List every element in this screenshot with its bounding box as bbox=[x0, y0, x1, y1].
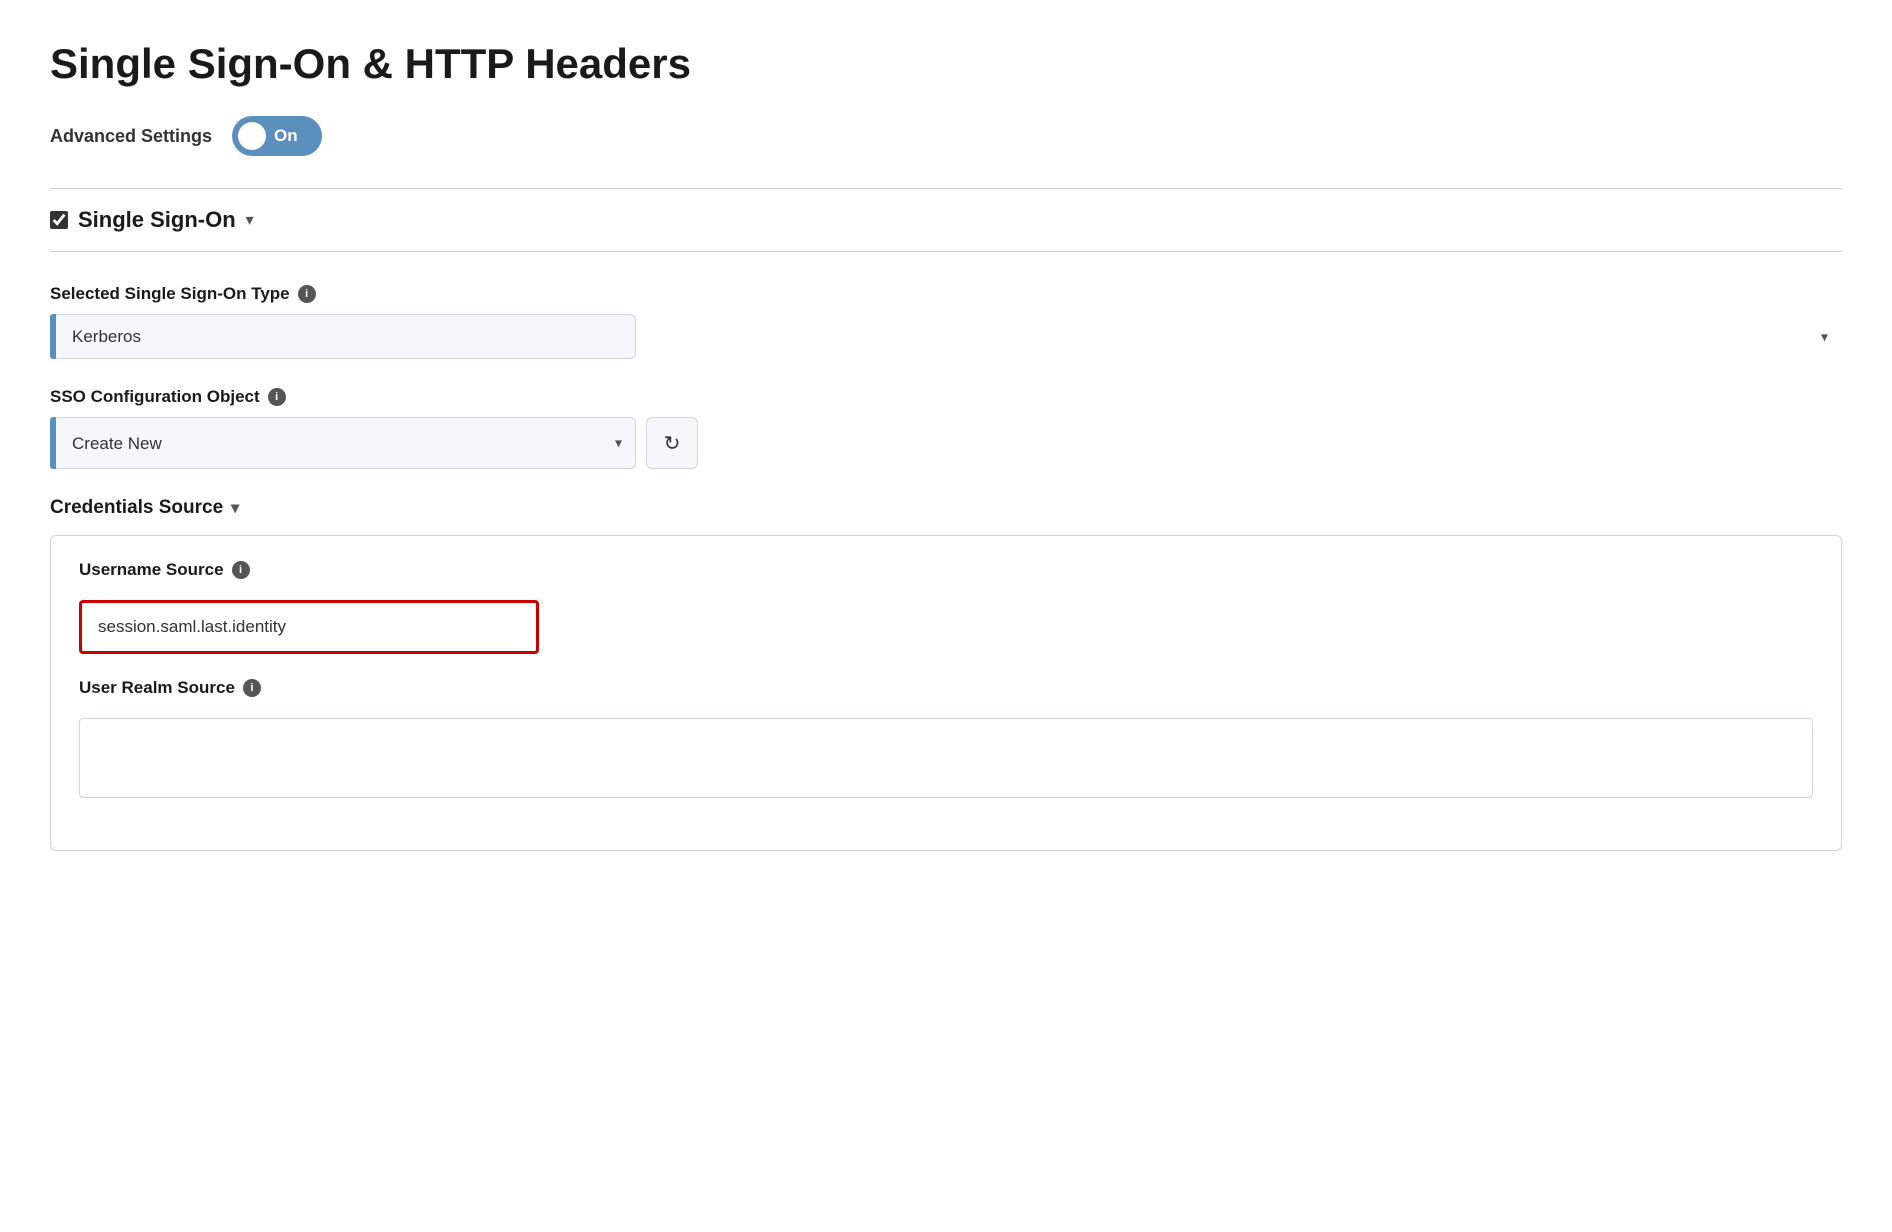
username-source-label: Username Source i bbox=[79, 560, 1813, 580]
sso-config-select[interactable]: Create New bbox=[56, 417, 636, 469]
sso-config-label-text: SSO Configuration Object bbox=[50, 387, 260, 407]
user-realm-source-label-text: User Realm Source bbox=[79, 678, 235, 698]
sso-type-label-text: Selected Single Sign-On Type bbox=[50, 284, 290, 304]
advanced-settings-row: Advanced Settings On bbox=[50, 116, 1842, 156]
sso-section-title: Single Sign-On bbox=[78, 207, 236, 233]
sso-type-select[interactable]: Kerberos bbox=[56, 314, 636, 359]
sso-type-group: Selected Single Sign-On Type i Kerberos … bbox=[50, 284, 1842, 359]
sso-section-chevron-icon[interactable]: ▾ bbox=[246, 210, 254, 230]
credentials-header: Credentials Source ▾ bbox=[50, 497, 1842, 519]
toggle-label: On bbox=[274, 126, 298, 146]
sso-config-row: Create New ▾ ↻ bbox=[50, 417, 1842, 469]
username-source-label-text: Username Source bbox=[79, 560, 224, 580]
credentials-chevron-icon[interactable]: ▾ bbox=[231, 498, 239, 518]
sso-config-select-wrapper: Create New ▾ bbox=[50, 417, 636, 469]
credentials-section: Credentials Source ▾ Username Source i U… bbox=[50, 497, 1842, 851]
sso-config-group: SSO Configuration Object i Create New ▾ … bbox=[50, 387, 1842, 469]
sso-section-checkbox[interactable] bbox=[50, 211, 68, 229]
user-realm-source-group: User Realm Source i bbox=[79, 678, 1813, 798]
user-realm-source-input[interactable] bbox=[79, 718, 1813, 798]
advanced-settings-label: Advanced Settings bbox=[50, 126, 212, 147]
sso-config-info-icon[interactable]: i bbox=[268, 388, 286, 406]
username-source-group: Username Source i bbox=[79, 560, 1813, 654]
sso-config-label: SSO Configuration Object i bbox=[50, 387, 1842, 407]
sso-type-label: Selected Single Sign-On Type i bbox=[50, 284, 1842, 304]
sso-config-refresh-button[interactable]: ↻ bbox=[646, 417, 698, 469]
advanced-settings-toggle[interactable]: On bbox=[232, 116, 322, 156]
page-title: Single Sign-On & HTTP Headers bbox=[50, 40, 1842, 88]
sso-type-info-icon[interactable]: i bbox=[298, 285, 316, 303]
username-source-info-icon[interactable]: i bbox=[232, 561, 250, 579]
credentials-body: Username Source i User Realm Source i bbox=[50, 535, 1842, 851]
credentials-title: Credentials Source bbox=[50, 497, 223, 519]
username-source-input[interactable] bbox=[79, 600, 539, 654]
user-realm-source-label: User Realm Source i bbox=[79, 678, 1813, 698]
user-realm-source-info-icon[interactable]: i bbox=[243, 679, 261, 697]
sso-section-body: Selected Single Sign-On Type i Kerberos … bbox=[50, 252, 1842, 871]
sso-type-chevron-icon: ▾ bbox=[1821, 328, 1828, 345]
toggle-knob bbox=[238, 122, 266, 150]
sso-section-header: Single Sign-On ▾ bbox=[50, 188, 1842, 252]
sso-type-select-wrapper: Kerberos ▾ bbox=[50, 314, 1842, 359]
